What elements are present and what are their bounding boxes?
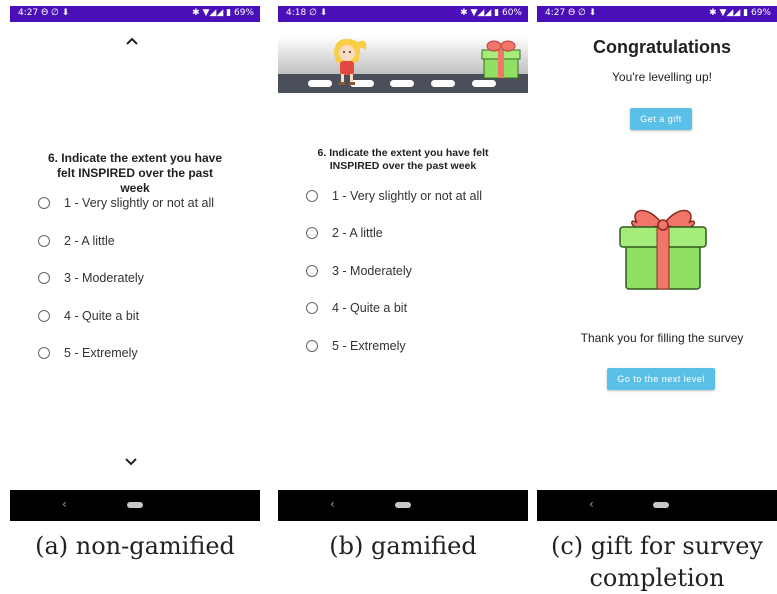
option-label: 5 - Extremely <box>64 346 138 360</box>
status-signal-icons: ✱ ▼◢◢ <box>460 8 492 18</box>
chevron-up-icon[interactable] <box>125 36 139 46</box>
road-stripe <box>390 80 414 87</box>
option-2[interactable]: 2 - A little <box>306 226 383 240</box>
phone-screen-non-gamified: 4:27 Θ ∅ ⬇ ✱ ▼◢◢ ▮ 69% 6. Indicate the e… <box>10 6 260 521</box>
status-bar: 4:27 Θ ∅ ⬇ ✱ ▼◢◢ ▮ 69% <box>537 6 777 22</box>
status-bar: 4:18 ∅ ⬇ ✱ ▼◢◢ ▮ 60% <box>278 6 528 22</box>
phone-screen-gift: 4:27 Θ ∅ ⬇ ✱ ▼◢◢ ▮ 69% Congratulations Y… <box>537 6 777 521</box>
navigation-bar: ‹ <box>278 490 528 521</box>
road-stripe <box>472 80 496 87</box>
caption-gift: (c) gift for survey completion <box>551 532 763 592</box>
battery-icon: ▮ <box>743 8 749 18</box>
caption-gamified: (b) gamified <box>329 532 477 560</box>
option-label: 1 - Very slightly or not at all <box>332 189 483 203</box>
option-label: 4 - Quite a bit <box>332 301 408 315</box>
battery-level: 69% <box>750 8 771 18</box>
option-2[interactable]: 2 - A little <box>38 234 115 248</box>
navigation-bar: ‹ <box>10 490 260 521</box>
home-pill-icon[interactable] <box>653 502 669 508</box>
radio-button[interactable] <box>306 340 318 352</box>
option-5[interactable]: 5 - Extremely <box>306 339 406 353</box>
radio-button[interactable] <box>38 272 50 284</box>
back-icon[interactable]: ‹ <box>330 497 335 511</box>
back-icon[interactable]: ‹ <box>589 497 594 511</box>
battery-level: 69% <box>233 8 254 18</box>
option-3[interactable]: 3 - Moderately <box>38 271 144 285</box>
option-label: 3 - Moderately <box>64 271 144 285</box>
home-pill-icon[interactable] <box>395 502 411 508</box>
option-label: 2 - A little <box>332 226 383 240</box>
radio-button[interactable] <box>38 235 50 247</box>
radio-button[interactable] <box>306 227 318 239</box>
radio-button[interactable] <box>306 190 318 202</box>
congratulations-title: Congratulations <box>593 37 731 57</box>
option-label: 3 - Moderately <box>332 264 412 278</box>
status-signal-icons: ✱ ▼◢◢ <box>709 8 741 18</box>
option-1[interactable]: 1 - Very slightly or not at all <box>38 196 214 210</box>
next-level-button[interactable]: Go to the next level <box>607 368 715 390</box>
status-notification-icons: ∅ ⬇ <box>309 8 328 18</box>
option-label: 4 - Quite a bit <box>64 309 140 323</box>
battery-icon: ▮ <box>494 8 500 18</box>
status-time: 4:18 <box>286 8 307 18</box>
caption-non-gamified: (a) non-gamified <box>35 532 235 560</box>
gift-box-icon <box>619 209 707 290</box>
option-label: 1 - Very slightly or not at all <box>64 196 215 210</box>
question-text: 6. Indicate the extent you have felt INS… <box>317 147 489 172</box>
radio-button[interactable] <box>38 347 50 359</box>
status-notification-icons: Θ ∅ ⬇ <box>41 8 70 18</box>
question-text: 6. Indicate the extent you have felt INS… <box>47 151 223 195</box>
option-4[interactable]: 4 - Quite a bit <box>38 309 139 323</box>
option-1[interactable]: 1 - Very slightly or not at all <box>306 189 482 203</box>
option-label: 2 - A little <box>64 234 115 248</box>
option-3[interactable]: 3 - Moderately <box>306 264 412 278</box>
home-pill-icon[interactable] <box>127 502 143 508</box>
radio-button[interactable] <box>38 310 50 322</box>
game-progress-banner <box>278 36 528 93</box>
status-time: 4:27 <box>18 8 39 18</box>
option-5[interactable]: 5 - Extremely <box>38 346 138 360</box>
option-label: 5 - Extremely <box>332 339 406 353</box>
battery-level: 60% <box>501 8 522 18</box>
levelling-up-subtitle: You're levelling up! <box>612 70 712 84</box>
road-stripe <box>308 80 332 87</box>
status-signal-icons: ✱ ▼◢◢ <box>192 8 224 18</box>
thank-you-text: Thank you for filling the survey <box>580 331 744 345</box>
radio-button[interactable] <box>38 197 50 209</box>
status-bar: 4:27 Θ ∅ ⬇ ✱ ▼◢◢ ▮ 69% <box>10 6 260 22</box>
get-gift-button[interactable]: Get a gift <box>630 108 692 130</box>
road-stripe <box>431 80 455 87</box>
navigation-bar: ‹ <box>537 490 777 521</box>
radio-button[interactable] <box>306 265 318 277</box>
battery-icon: ▮ <box>226 8 232 18</box>
radio-button[interactable] <box>306 302 318 314</box>
phone-screen-gamified: 4:18 ∅ ⬇ ✱ ▼◢◢ ▮ 60% 6. Indicate the ext… <box>278 6 528 521</box>
gift-box-icon <box>481 40 521 79</box>
chevron-down-icon[interactable] <box>124 457 138 467</box>
status-notification-icons: Θ ∅ ⬇ <box>568 8 597 18</box>
back-icon[interactable]: ‹ <box>62 497 67 511</box>
status-time: 4:27 <box>545 8 566 18</box>
option-4[interactable]: 4 - Quite a bit <box>306 301 407 315</box>
